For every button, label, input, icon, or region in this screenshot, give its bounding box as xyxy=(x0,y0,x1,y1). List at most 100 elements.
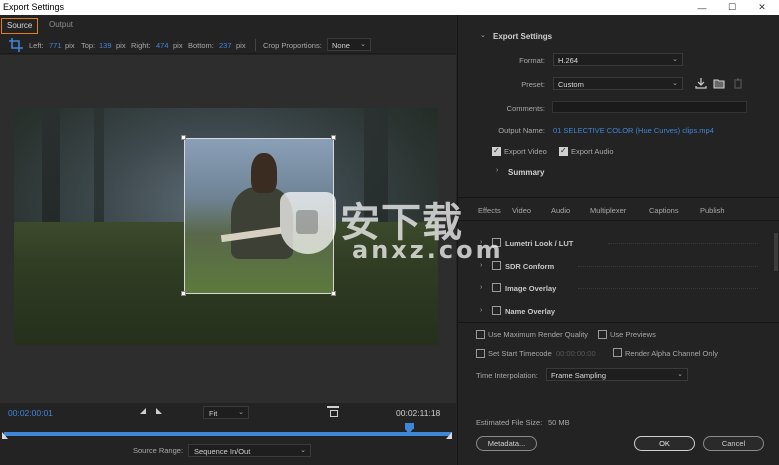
crop-bottom-value[interactable]: 237 xyxy=(219,41,232,50)
subject-head xyxy=(251,153,277,193)
playhead-handle[interactable] xyxy=(404,423,414,434)
image-overlay-label: Image Overlay xyxy=(505,284,557,293)
estimated-size-label: Estimated File Size: xyxy=(476,418,543,427)
crop-left-label: Left: xyxy=(29,41,44,50)
expand-caret-icon[interactable]: › xyxy=(480,262,482,269)
in-point-marker[interactable] xyxy=(2,432,8,439)
crop-right-unit: pix xyxy=(173,41,183,50)
crop-proportions-label: Crop Proportions: xyxy=(263,41,322,50)
format-label: Format: xyxy=(519,56,545,65)
out-point-marker[interactable] xyxy=(446,432,452,439)
start-timecode-checkbox[interactable] xyxy=(476,349,485,358)
maximize-button[interactable]: ☐ xyxy=(719,0,745,15)
expand-caret-icon[interactable]: › xyxy=(480,284,482,291)
export-settings-panel: ⌄ Export Settings Format: H.264 ⌄ Preset… xyxy=(457,15,779,465)
tabs-divider xyxy=(458,220,779,221)
sdr-conform-label: SDR Conform xyxy=(505,262,555,271)
output-name-label: Output Name: xyxy=(498,126,545,135)
sdr-conform-checkbox[interactable] xyxy=(492,261,501,270)
name-overlay-label: Name Overlay xyxy=(505,307,556,316)
crop-region[interactable] xyxy=(184,138,334,294)
chevron-down-icon: ⌄ xyxy=(360,41,366,48)
settings-tabs: Effects Video Audio Multiplexer Captions… xyxy=(458,203,779,219)
crop-handle-top-left[interactable] xyxy=(181,135,186,140)
chevron-down-icon: ⌄ xyxy=(677,371,683,378)
preset-label: Preset: xyxy=(521,80,545,89)
current-timecode[interactable]: 00:02:00:01 xyxy=(8,408,53,418)
close-button[interactable]: ✕ xyxy=(749,0,775,15)
max-render-quality-label: Use Maximum Render Quality xyxy=(488,330,589,339)
timeline-bar[interactable] xyxy=(4,432,452,436)
crop-bottom-unit: pix xyxy=(236,41,246,50)
crop-handle-top-right[interactable] xyxy=(331,135,336,140)
tab-output[interactable]: Output xyxy=(44,18,78,34)
comments-input[interactable] xyxy=(552,101,747,113)
comments-label: Comments: xyxy=(506,104,545,113)
crop-top-unit: pix xyxy=(116,41,126,50)
save-preset-icon[interactable] xyxy=(695,78,707,89)
time-interpolation-value: Frame Sampling xyxy=(551,371,607,380)
crop-handle-bottom-left[interactable] xyxy=(181,291,186,296)
tab-video[interactable]: Video xyxy=(512,206,531,215)
export-video-label: Export Video xyxy=(504,147,547,156)
use-previews-checkbox[interactable] xyxy=(598,330,607,339)
format-select[interactable]: H.264 ⌄ xyxy=(553,53,683,66)
zoom-fit-select[interactable]: Fit ⌄ xyxy=(203,406,249,419)
expand-caret-icon[interactable]: › xyxy=(480,239,482,246)
crop-left-unit: pix xyxy=(65,41,75,50)
timecode-bar: 00:02:00:01 Fit ⌄ 00:02:11:18 xyxy=(0,403,456,439)
metadata-button[interactable]: Metadata... xyxy=(476,436,537,451)
crop-right-value[interactable]: 474 xyxy=(156,41,169,50)
crop-handle-bottom-right[interactable] xyxy=(331,291,336,296)
aspect-toggle-icon[interactable] xyxy=(327,406,339,417)
playhead-pointer xyxy=(404,429,413,434)
max-render-quality-checkbox[interactable] xyxy=(476,330,485,339)
section-divider xyxy=(458,197,779,198)
expand-caret-icon[interactable]: › xyxy=(480,307,482,314)
output-name-link[interactable]: 01 SELECTIVE COLOR (Hue Curves) clips.mp… xyxy=(553,126,714,135)
dotted-divider xyxy=(578,288,758,289)
crop-proportions-select[interactable]: None ⌄ xyxy=(327,38,371,51)
source-range-value: Sequence In/Out xyxy=(194,447,251,456)
crop-top-label: Top: xyxy=(81,41,96,50)
chevron-down-icon: ⌄ xyxy=(672,56,678,63)
export-video-checkbox[interactable] xyxy=(492,146,501,156)
source-range-select[interactable]: Sequence In/Out ⌄ xyxy=(188,444,311,457)
source-range-label: Source Range: xyxy=(133,446,184,455)
minimize-button[interactable]: — xyxy=(689,0,715,15)
start-timecode-value[interactable]: 00:00:00:00 xyxy=(556,349,596,358)
end-timecode: 00:02:11:18 xyxy=(396,408,441,418)
delete-preset-icon[interactable] xyxy=(732,78,744,89)
preset-select[interactable]: Custom ⌄ xyxy=(553,77,683,90)
time-interpolation-label: Time Interpolation: xyxy=(476,371,538,380)
collapse-caret-icon[interactable]: ⌄ xyxy=(480,31,486,39)
tab-publish[interactable]: Publish xyxy=(700,206,725,215)
summary-header[interactable]: Summary xyxy=(508,168,544,177)
mark-in-icon[interactable] xyxy=(140,408,146,414)
render-alpha-checkbox[interactable] xyxy=(613,348,622,357)
name-overlay-checkbox[interactable] xyxy=(492,306,501,315)
mark-out-icon[interactable] xyxy=(156,408,162,414)
export-audio-checkbox[interactable] xyxy=(559,146,568,156)
estimated-size-value: 50 MB xyxy=(548,418,570,427)
subject-figure xyxy=(231,187,293,259)
import-preset-icon[interactable] xyxy=(713,78,725,89)
tab-effects[interactable]: Effects xyxy=(478,206,501,215)
toolbar-divider xyxy=(255,39,256,51)
cancel-button[interactable]: Cancel xyxy=(703,436,764,451)
time-interpolation-select[interactable]: Frame Sampling ⌄ xyxy=(546,368,688,381)
ok-button[interactable]: OK xyxy=(634,436,695,451)
crop-left-value[interactable]: 771 xyxy=(49,41,62,50)
tab-captions[interactable]: Captions xyxy=(649,206,679,215)
image-overlay-checkbox[interactable] xyxy=(492,283,501,292)
crop-top-value[interactable]: 139 xyxy=(99,41,112,50)
tab-multiplexer[interactable]: Multiplexer xyxy=(590,206,626,215)
expand-caret-icon[interactable]: › xyxy=(496,167,498,174)
effects-scrollbar[interactable] xyxy=(774,233,778,271)
tab-audio[interactable]: Audio xyxy=(551,206,570,215)
tab-source[interactable]: Source xyxy=(1,18,39,34)
lumetri-checkbox[interactable] xyxy=(492,238,501,247)
export-settings-header[interactable]: Export Settings xyxy=(493,32,552,41)
use-previews-label: Use Previews xyxy=(610,330,656,339)
crop-icon[interactable] xyxy=(9,38,23,52)
